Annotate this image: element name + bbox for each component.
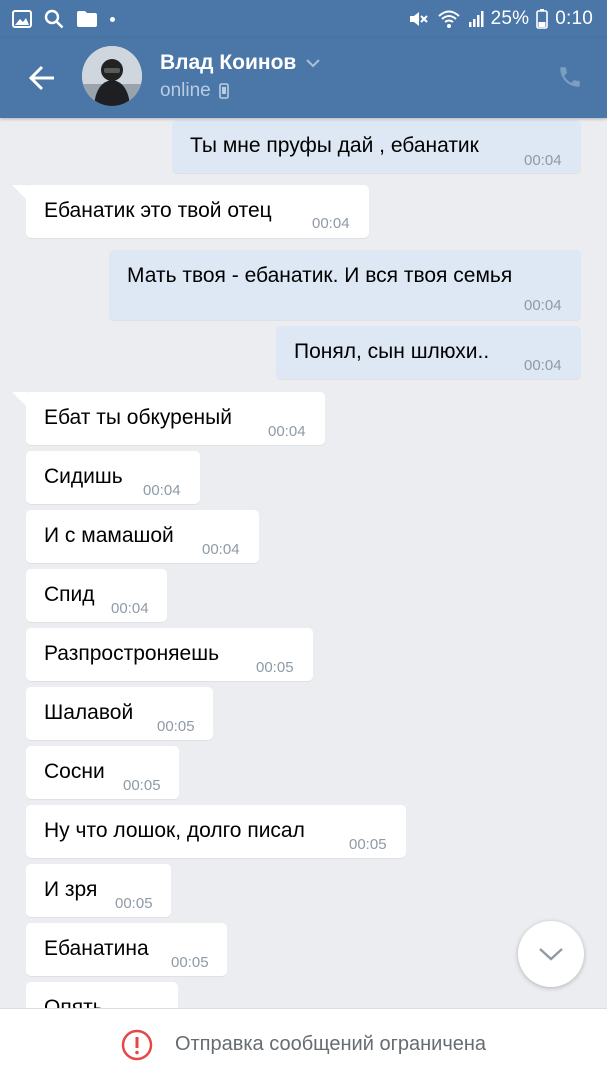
message-bubble-outgoing[interactable]: Понял, сын шлюхи.. 00:04 bbox=[276, 326, 581, 379]
message-text: Ебат ты обкуреный bbox=[44, 406, 232, 429]
clock: 0:10 bbox=[555, 8, 593, 29]
message-list[interactable]: Ты мне пруфы дай , ебанатик 00:04 Ебанат… bbox=[0, 118, 607, 1008]
message-text: Опять bbox=[44, 996, 104, 1008]
message-bubble-incoming[interactable]: Сосни 00:05 bbox=[26, 746, 179, 799]
alert-circle-icon bbox=[121, 1029, 153, 1061]
message-text: Спид bbox=[44, 583, 95, 606]
arrow-left-icon bbox=[28, 65, 54, 91]
message-bubble-incoming[interactable]: Ебанатина 00:05 bbox=[26, 923, 227, 976]
message-time: 00:04 bbox=[524, 357, 562, 374]
message-bubble-incoming[interactable]: Ну что лошок, долго писал 00:05 bbox=[26, 805, 406, 858]
message-text: Разпростроняешь bbox=[44, 642, 220, 665]
message-time: 00:04 bbox=[143, 482, 181, 499]
message-bubble-incoming[interactable]: Шалавой 00:05 bbox=[26, 687, 213, 740]
message-bubble-incoming[interactable]: Опять bbox=[26, 982, 178, 1008]
back-button[interactable] bbox=[26, 60, 58, 96]
chevron-down-icon bbox=[539, 948, 563, 961]
message-time: 00:04 bbox=[202, 541, 240, 558]
avatar[interactable] bbox=[82, 46, 142, 106]
mute-icon bbox=[408, 9, 430, 29]
mobile-device-icon bbox=[218, 83, 229, 99]
message-text: Сидишь bbox=[44, 465, 123, 488]
message-time: 00:04 bbox=[524, 297, 562, 314]
message-time: 00:05 bbox=[171, 954, 209, 971]
message-bubble-incoming[interactable]: Разпростроняешь 00:05 bbox=[26, 628, 313, 681]
phone-icon bbox=[560, 67, 580, 87]
contact-status: online bbox=[160, 80, 229, 102]
message-time: 00:05 bbox=[349, 836, 387, 853]
message-text: Ебанатик это твой отец bbox=[44, 199, 272, 222]
message-time: 00:05 bbox=[123, 777, 161, 794]
scroll-to-bottom-button[interactable] bbox=[518, 921, 584, 987]
status-bar: 25% 0:10 bbox=[0, 0, 607, 38]
message-bubble-incoming[interactable]: Ебанатик это твой отец 00:04 bbox=[12, 185, 369, 238]
notification-dot-icon bbox=[110, 16, 115, 22]
message-time: 00:05 bbox=[115, 895, 153, 912]
folder-icon bbox=[76, 10, 98, 28]
message-bubble-incoming[interactable]: И зря 00:05 bbox=[26, 864, 171, 917]
messaging-restricted-bar: Отправка сообщений ограничена bbox=[0, 1008, 607, 1080]
message-text: И с мамашой bbox=[44, 524, 174, 547]
contact-name-text: Влад Коинов bbox=[160, 51, 297, 74]
restriction-text: Отправка сообщений ограничена bbox=[174, 1033, 487, 1055]
message-time: 00:04 bbox=[524, 152, 562, 169]
call-button[interactable] bbox=[555, 62, 585, 92]
message-bubble-incoming[interactable]: Сидишь 00:04 bbox=[26, 451, 200, 504]
message-text: Понял, сын шлюхи.. bbox=[294, 340, 490, 363]
online-status-text: online bbox=[160, 80, 211, 101]
wifi-icon bbox=[437, 9, 461, 29]
chat-header: Влад Коинов online bbox=[0, 38, 607, 118]
message-bubble-incoming[interactable]: И с мамашой 00:04 bbox=[26, 510, 259, 563]
message-text: Ебанатина bbox=[44, 937, 149, 960]
bubble-tail bbox=[12, 392, 28, 408]
message-time: 00:04 bbox=[111, 600, 149, 617]
battery-icon bbox=[536, 9, 549, 29]
message-time: 00:05 bbox=[256, 659, 294, 676]
signal-icon bbox=[468, 10, 484, 28]
bubble-tail bbox=[12, 185, 28, 201]
message-time: 00:04 bbox=[312, 215, 350, 232]
message-time: 00:04 bbox=[268, 423, 306, 440]
message-text: Мать твоя - ебанатик. И вся твоя семья bbox=[127, 264, 513, 287]
message-bubble-outgoing[interactable]: Мать твоя - ебанатик. И вся твоя семья 0… bbox=[109, 250, 581, 320]
message-text: Ты мне пруфы дай , ебанатик bbox=[190, 134, 479, 157]
message-time: 00:05 bbox=[157, 718, 195, 735]
contact-name[interactable]: Влад Коинов bbox=[160, 51, 321, 75]
message-bubble-incoming[interactable]: Ебат ты обкуреный 00:04 bbox=[12, 392, 325, 445]
message-text: Сосни bbox=[44, 760, 105, 783]
message-text: Шалавой bbox=[44, 701, 134, 724]
gallery-icon bbox=[12, 10, 32, 28]
battery-percent: 25% bbox=[490, 8, 530, 29]
message-bubble-outgoing[interactable]: Ты мне пруфы дай , ебанатик 00:04 bbox=[172, 120, 581, 173]
message-bubble-incoming[interactable]: Спид 00:04 bbox=[26, 569, 167, 622]
message-text: И зря bbox=[44, 878, 98, 901]
message-text: Ну что лошок, долго писал bbox=[44, 819, 305, 842]
search-icon bbox=[44, 9, 64, 29]
chevron-down-icon bbox=[306, 58, 321, 68]
